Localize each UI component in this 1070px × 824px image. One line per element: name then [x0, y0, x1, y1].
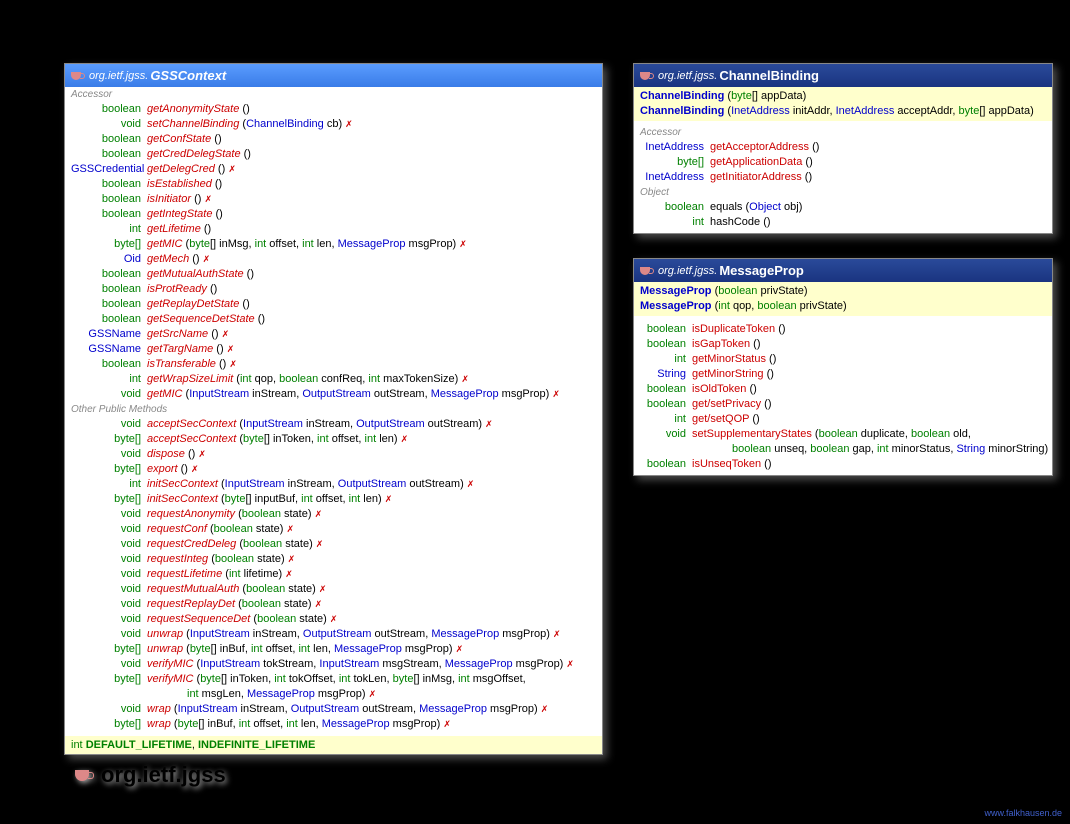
method-row: booleangetIntegState ()	[65, 207, 602, 222]
method-row: voidrequestSequenceDet (boolean state) ✗	[65, 612, 602, 627]
class-name: ChannelBinding	[719, 68, 819, 83]
method-row: byte[]initSecContext (byte[] inputBuf, i…	[65, 492, 602, 507]
method-row: booleanisUnseqToken ()	[634, 457, 1052, 472]
method-row: byte[]wrap (byte[] inBuf, int offset, in…	[65, 717, 602, 732]
card-header: org.ietf.jgss. GSSContext	[65, 64, 602, 87]
method-row: booleangetAnonymityState ()	[65, 102, 602, 117]
method-row: intgetMinorStatus ()	[634, 352, 1052, 367]
method-row: OidgetMech () ✗	[65, 252, 602, 267]
method-row: booleanisEstablished ()	[65, 177, 602, 192]
constructor-row: ChannelBinding (InetAddress initAddr, In…	[634, 104, 1052, 119]
method-row: GSSNamegetSrcName () ✗	[65, 327, 602, 342]
method-row: voiddispose () ✗	[65, 447, 602, 462]
method-row: byte[]verifyMIC (byte[] inToken, int tok…	[65, 672, 602, 687]
method-row: GSSCredentialgetDelegCred () ✗	[65, 162, 602, 177]
method-row: byte[]export () ✗	[65, 462, 602, 477]
gsscontext-card: org.ietf.jgss. GSSContext Accessor boole…	[64, 63, 603, 755]
method-row: voidrequestConf (boolean state) ✗	[65, 522, 602, 537]
method-row: booleangetCredDelegState ()	[65, 147, 602, 162]
method-row: intinitSecContext (InputStream inStream,…	[65, 477, 602, 492]
method-row: booleangetReplayDetState ()	[65, 297, 602, 312]
constructor-row: ChannelBinding (byte[] appData)	[634, 89, 1052, 104]
method-row: booleangetConfState ()	[65, 132, 602, 147]
constructor-row: MessageProp (int qop, boolean privState)	[634, 299, 1052, 314]
method-row: voidacceptSecContext (InputStream inStre…	[65, 417, 602, 432]
method-row: voidrequestAnonymity (boolean state) ✗	[65, 507, 602, 522]
java-icon	[71, 70, 85, 82]
method-row: GSSNamegetTargName () ✗	[65, 342, 602, 357]
method-row: booleangetMutualAuthState ()	[65, 267, 602, 282]
method-row: voidrequestLifetime (int lifetime) ✗	[65, 567, 602, 582]
package-label: org.ietf.jgss	[75, 762, 226, 788]
section-object: Object	[634, 185, 1052, 200]
channelbinding-card: org.ietf.jgss. ChannelBinding ChannelBin…	[633, 63, 1053, 234]
method-row: voidrequestInteg (boolean state) ✗	[65, 552, 602, 567]
method-row: StringgetMinorString ()	[634, 367, 1052, 382]
method-row: voidverifyMIC (InputStream tokStream, In…	[65, 657, 602, 672]
method-row: byte[]getApplicationData ()	[634, 155, 1052, 170]
method-row: booleanisProtReady ()	[65, 282, 602, 297]
method-row: booleanisDuplicateToken ()	[634, 322, 1052, 337]
method-row: voidrequestReplayDet (boolean state) ✗	[65, 597, 602, 612]
section-other: Other Public Methods	[65, 402, 602, 417]
card-header: org.ietf.jgss. ChannelBinding	[634, 64, 1052, 87]
method-row: booleanisGapToken ()	[634, 337, 1052, 352]
method-row: voidgetMIC (InputStream inStream, Output…	[65, 387, 602, 402]
method-row: InetAddressgetAcceptorAddress ()	[634, 140, 1052, 155]
method-row: inthashCode ()	[634, 215, 1052, 230]
section-accessor: Accessor	[65, 87, 602, 102]
method-row: booleanget/setPrivacy ()	[634, 397, 1052, 412]
method-row: booleanisInitiator () ✗	[65, 192, 602, 207]
java-icon	[640, 265, 654, 277]
method-row: intgetLifetime ()	[65, 222, 602, 237]
method-row: voidunwrap (InputStream inStream, Output…	[65, 627, 602, 642]
class-name: MessageProp	[719, 263, 804, 278]
method-row: voidsetChannelBinding (ChannelBinding cb…	[65, 117, 602, 132]
constants: int DEFAULT_LIFETIME, INDEFINITE_LIFETIM…	[65, 736, 602, 754]
method-row: intget/setQOP ()	[634, 412, 1052, 427]
method-row-cont: int msgLen, MessageProp msgProp) ✗	[65, 687, 602, 702]
messageprop-card: org.ietf.jgss. MessageProp MessageProp (…	[633, 258, 1053, 476]
method-row: InetAddressgetInitiatorAddress ()	[634, 170, 1052, 185]
card-header: org.ietf.jgss. MessageProp	[634, 259, 1052, 282]
package-name: org.ietf.jgss.	[658, 265, 717, 277]
method-row: voidrequestMutualAuth (boolean state) ✗	[65, 582, 602, 597]
class-name: GSSContext	[150, 68, 226, 83]
method-row: booleanisOldToken ()	[634, 382, 1052, 397]
method-row: byte[]unwrap (byte[] inBuf, int offset, …	[65, 642, 602, 657]
method-row: voidwrap (InputStream inStream, OutputSt…	[65, 702, 602, 717]
method-row: booleanisTransferable () ✗	[65, 357, 602, 372]
method-row: intgetWrapSizeLimit (int qop, boolean co…	[65, 372, 602, 387]
constructor-row: MessageProp (boolean privState)	[634, 284, 1052, 299]
method-row: byte[]acceptSecContext (byte[] inToken, …	[65, 432, 602, 447]
method-row: voidsetSupplementaryStates (boolean dupl…	[634, 427, 1052, 442]
package-name: org.ietf.jgss.	[658, 70, 717, 82]
java-icon	[75, 767, 95, 783]
method-row: byte[]getMIC (byte[] inMsg, int offset, …	[65, 237, 602, 252]
package-name: org.ietf.jgss.	[89, 70, 148, 82]
footer-link[interactable]: www.falkhausen.de	[984, 808, 1062, 818]
method-row: voidrequestCredDeleg (boolean state) ✗	[65, 537, 602, 552]
method-row-cont: boolean unseq, boolean gap, int minorSta…	[634, 442, 1052, 457]
method-row: booleanequals (Object obj)	[634, 200, 1052, 215]
section-accessor: Accessor	[634, 125, 1052, 140]
java-icon	[640, 70, 654, 82]
method-row: booleangetSequenceDetState ()	[65, 312, 602, 327]
